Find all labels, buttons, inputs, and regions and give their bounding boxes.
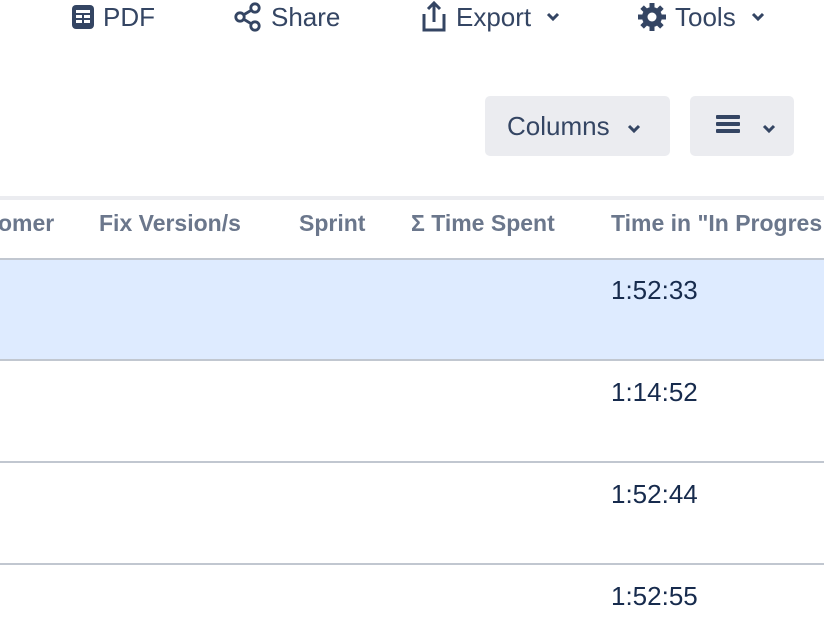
chevron-down-icon <box>626 111 642 142</box>
gear-icon <box>637 2 667 32</box>
tools-button[interactable]: Tools <box>637 0 766 34</box>
pdf-icon <box>71 3 95 31</box>
issue-navigator: PDF Share Export Tools Columns omer Fix … <box>0 0 824 642</box>
pdf-button[interactable]: PDF <box>71 0 155 34</box>
time-in-progress-cell: 1:52:33 <box>611 275 698 305</box>
export-label: Export <box>456 1 532 32</box>
time-in-progress-cell: 1:14:52 <box>611 377 698 407</box>
share-icon <box>233 2 263 32</box>
table-row[interactable]: 1:52:44 <box>0 464 824 565</box>
columns-label: Columns <box>507 110 610 141</box>
column-header-time-spent[interactable]: Σ Time Spent <box>411 210 555 237</box>
time-in-progress-cell: 1:52:44 <box>611 479 698 509</box>
export-button[interactable]: Export <box>420 0 561 34</box>
export-icon <box>420 0 448 34</box>
tools-label: Tools <box>675 1 736 32</box>
column-header-time-in-progress[interactable]: Time in "In Progres <box>611 210 822 237</box>
time-in-progress-cell: 1:52:55 <box>611 581 698 611</box>
chevron-down-icon <box>761 111 777 142</box>
table-header: omer Fix Version/s Sprint Σ Time Spent T… <box>0 200 824 259</box>
chevron-down-icon <box>545 11 561 23</box>
table-row[interactable]: 1:52:33 <box>0 260 824 361</box>
pdf-label: PDF <box>103 1 155 32</box>
column-header-customer[interactable]: omer <box>0 210 54 237</box>
list-icon <box>715 111 741 142</box>
table-row[interactable]: 1:14:52 <box>0 362 824 463</box>
column-header-fix-version[interactable]: Fix Version/s <box>99 210 241 237</box>
view-options-button[interactable] <box>690 96 794 156</box>
table-row[interactable]: 1:52:55 <box>0 566 824 642</box>
column-header-sprint[interactable]: Sprint <box>299 210 365 237</box>
share-button[interactable]: Share <box>233 0 340 34</box>
share-label: Share <box>271 1 341 32</box>
chevron-down-icon <box>750 11 766 23</box>
columns-button[interactable]: Columns <box>485 96 670 156</box>
